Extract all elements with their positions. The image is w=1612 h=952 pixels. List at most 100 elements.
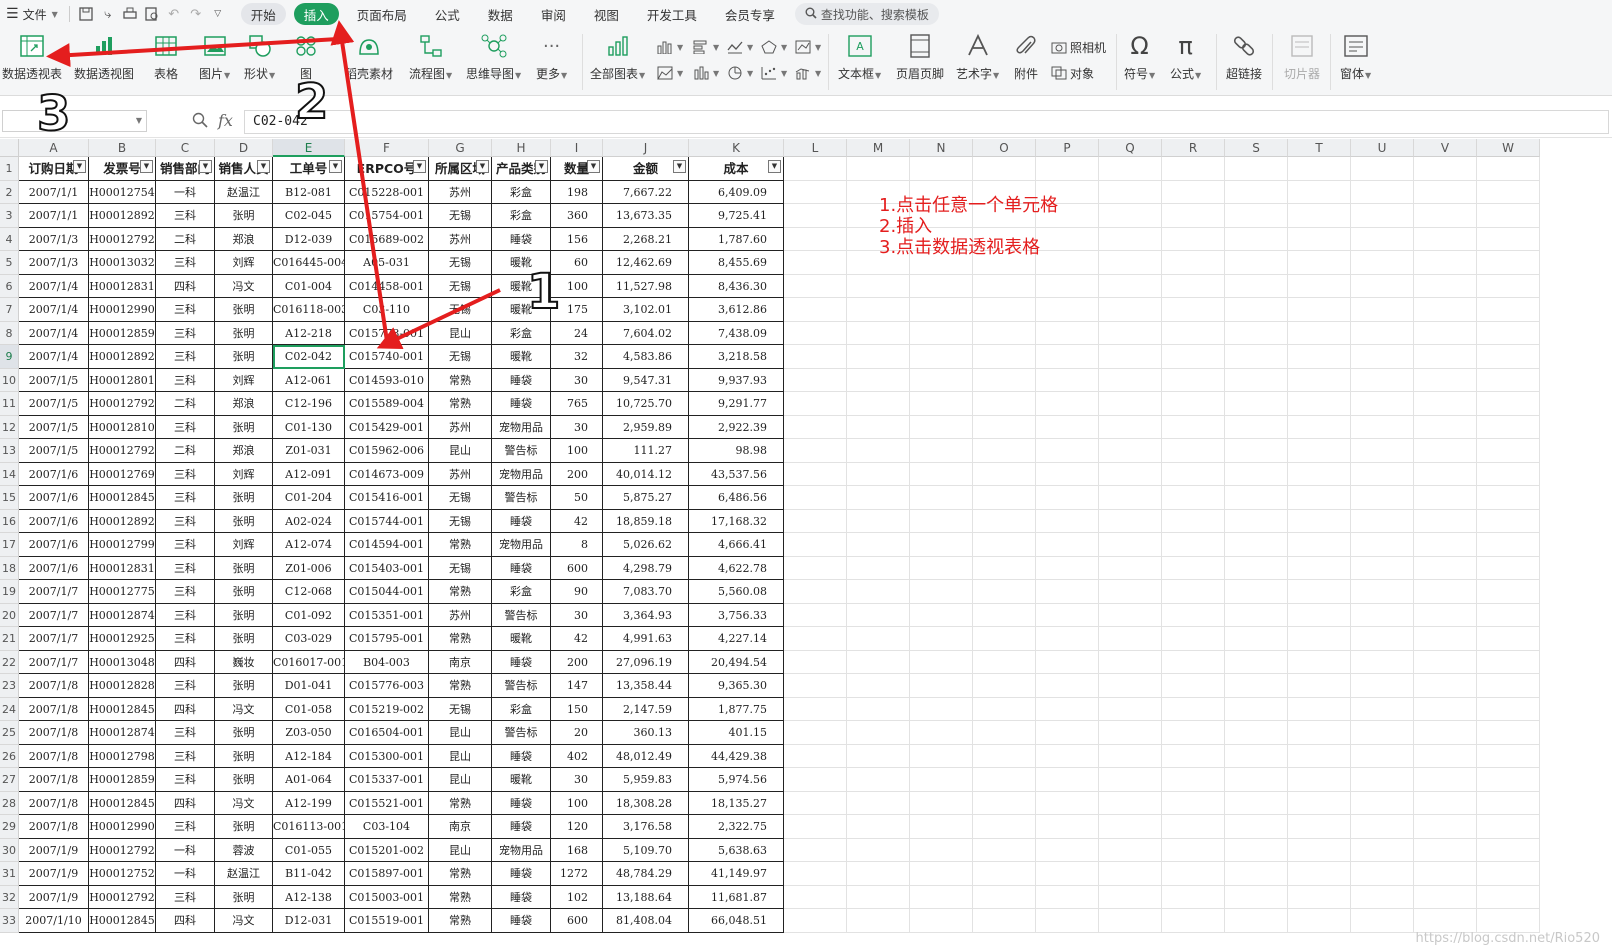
empty-cell[interactable]: [1288, 650, 1351, 674]
table-cell[interactable]: 3,176.58: [603, 815, 689, 839]
empty-cell[interactable]: [784, 650, 847, 674]
empty-cell[interactable]: [1162, 321, 1225, 345]
empty-cell[interactable]: [784, 674, 847, 698]
empty-cell[interactable]: [1351, 744, 1414, 768]
empty-cell[interactable]: [1351, 603, 1414, 627]
table-cell[interactable]: 苏州: [429, 180, 492, 204]
table-cell[interactable]: 7,438.09: [689, 321, 784, 345]
empty-cell[interactable]: [1477, 533, 1540, 557]
column-header-K[interactable]: K: [689, 139, 784, 157]
column-header-I[interactable]: I: [551, 139, 603, 157]
empty-cell[interactable]: [847, 509, 910, 533]
table-cell[interactable]: 5,875.27: [603, 486, 689, 510]
table-cell[interactable]: C016118-003: [273, 298, 345, 322]
table-cell[interactable]: 600: [551, 556, 603, 580]
table-header-cell[interactable]: 销售部门 ▼: [156, 157, 215, 181]
empty-cell[interactable]: [1477, 486, 1540, 510]
empty-cell[interactable]: [1351, 345, 1414, 369]
empty-cell[interactable]: [1225, 298, 1288, 322]
table-cell[interactable]: 9,937.93: [689, 368, 784, 392]
empty-cell[interactable]: [910, 580, 973, 604]
table-cell[interactable]: 昆山: [429, 744, 492, 768]
table-cell[interactable]: 常熟: [429, 368, 492, 392]
empty-cell[interactable]: [847, 838, 910, 862]
table-cell[interactable]: 彩盒: [492, 180, 551, 204]
table-cell[interactable]: H00012828: [89, 674, 156, 698]
empty-cell[interactable]: [910, 862, 973, 886]
table-cell[interactable]: 2007/1/7: [19, 650, 89, 674]
table-header-cell[interactable]: 金额 ▼: [603, 157, 689, 181]
empty-cell[interactable]: [1351, 321, 1414, 345]
empty-cell[interactable]: [910, 744, 973, 768]
table-cell[interactable]: C02-042: [273, 345, 345, 369]
empty-cell[interactable]: [973, 580, 1036, 604]
table-cell[interactable]: 2007/1/6: [19, 556, 89, 580]
empty-cell[interactable]: [847, 415, 910, 439]
table-cell[interactable]: 睡袋: [492, 815, 551, 839]
empty-cell[interactable]: [1036, 462, 1099, 486]
empty-cell[interactable]: [910, 650, 973, 674]
table-cell[interactable]: A12-061: [273, 368, 345, 392]
empty-cell[interactable]: [1036, 674, 1099, 698]
flowchart-button[interactable]: 流程图▼: [409, 32, 452, 82]
table-header-cell[interactable]: 销售人员 ▼: [215, 157, 273, 181]
table-cell[interactable]: 100: [551, 791, 603, 815]
table-cell[interactable]: 暖靴: [492, 251, 551, 275]
empty-cell[interactable]: [1288, 486, 1351, 510]
row-header[interactable]: 30: [0, 838, 19, 862]
table-cell[interactable]: 蓉波: [215, 838, 273, 862]
table-cell[interactable]: 2,147.59: [603, 697, 689, 721]
table-cell[interactable]: 5,026.62: [603, 533, 689, 557]
table-cell[interactable]: Z01-031: [273, 439, 345, 463]
row-header[interactable]: 12: [0, 415, 19, 439]
empty-cell[interactable]: [1099, 603, 1162, 627]
row-header[interactable]: 18: [0, 556, 19, 580]
empty-cell[interactable]: [1477, 204, 1540, 228]
table-cell[interactable]: 48,012.49: [603, 744, 689, 768]
empty-cell[interactable]: [1225, 650, 1288, 674]
table-cell[interactable]: 44,429.38: [689, 744, 784, 768]
empty-cell[interactable]: [1225, 533, 1288, 557]
table-cell[interactable]: 2007/1/6: [19, 486, 89, 510]
table-cell[interactable]: 二科: [156, 439, 215, 463]
table-cell[interactable]: 苏州: [429, 462, 492, 486]
redo-icon[interactable]: ↷: [185, 3, 207, 25]
filter-dropdown-icon[interactable]: ▼: [673, 160, 686, 173]
row-header[interactable]: 8: [0, 321, 19, 345]
table-cell[interactable]: 6,409.09: [689, 180, 784, 204]
empty-cell[interactable]: [784, 768, 847, 792]
table-cell[interactable]: 张明: [215, 721, 273, 745]
empty-cell[interactable]: [1477, 580, 1540, 604]
empty-cell[interactable]: [973, 721, 1036, 745]
table-cell[interactable]: 赵温江: [215, 180, 273, 204]
empty-cell[interactable]: [1288, 298, 1351, 322]
table-cell[interactable]: 30: [551, 415, 603, 439]
table-cell[interactable]: 张明: [215, 556, 273, 580]
empty-cell[interactable]: [1414, 556, 1477, 580]
empty-cell[interactable]: [1225, 439, 1288, 463]
empty-cell[interactable]: [1414, 815, 1477, 839]
table-cell[interactable]: H00012752: [89, 862, 156, 886]
empty-cell[interactable]: [910, 509, 973, 533]
empty-cell[interactable]: [784, 909, 847, 933]
empty-cell[interactable]: [1225, 885, 1288, 909]
empty-cell[interactable]: [784, 274, 847, 298]
slicer-button[interactable]: 切片器: [1284, 32, 1320, 82]
table-cell[interactable]: 4,298.79: [603, 556, 689, 580]
table-cell[interactable]: 三科: [156, 298, 215, 322]
table-cell[interactable]: 三科: [156, 768, 215, 792]
empty-cell[interactable]: [1225, 462, 1288, 486]
filter-dropdown-icon[interactable]: ▼: [413, 160, 426, 173]
empty-cell[interactable]: [1351, 204, 1414, 228]
table-cell[interactable]: 苏州: [429, 227, 492, 251]
empty-cell[interactable]: [1036, 744, 1099, 768]
row-header[interactable]: 9: [0, 345, 19, 369]
empty-cell[interactable]: [1414, 345, 1477, 369]
empty-cell[interactable]: [1477, 697, 1540, 721]
empty-cell[interactable]: [1351, 298, 1414, 322]
table-cell[interactable]: 156: [551, 227, 603, 251]
empty-cell[interactable]: [1162, 486, 1225, 510]
symbol-button[interactable]: Ω 符号▼: [1124, 32, 1155, 82]
table-cell[interactable]: 苏州: [429, 603, 492, 627]
empty-cell[interactable]: [1036, 650, 1099, 674]
